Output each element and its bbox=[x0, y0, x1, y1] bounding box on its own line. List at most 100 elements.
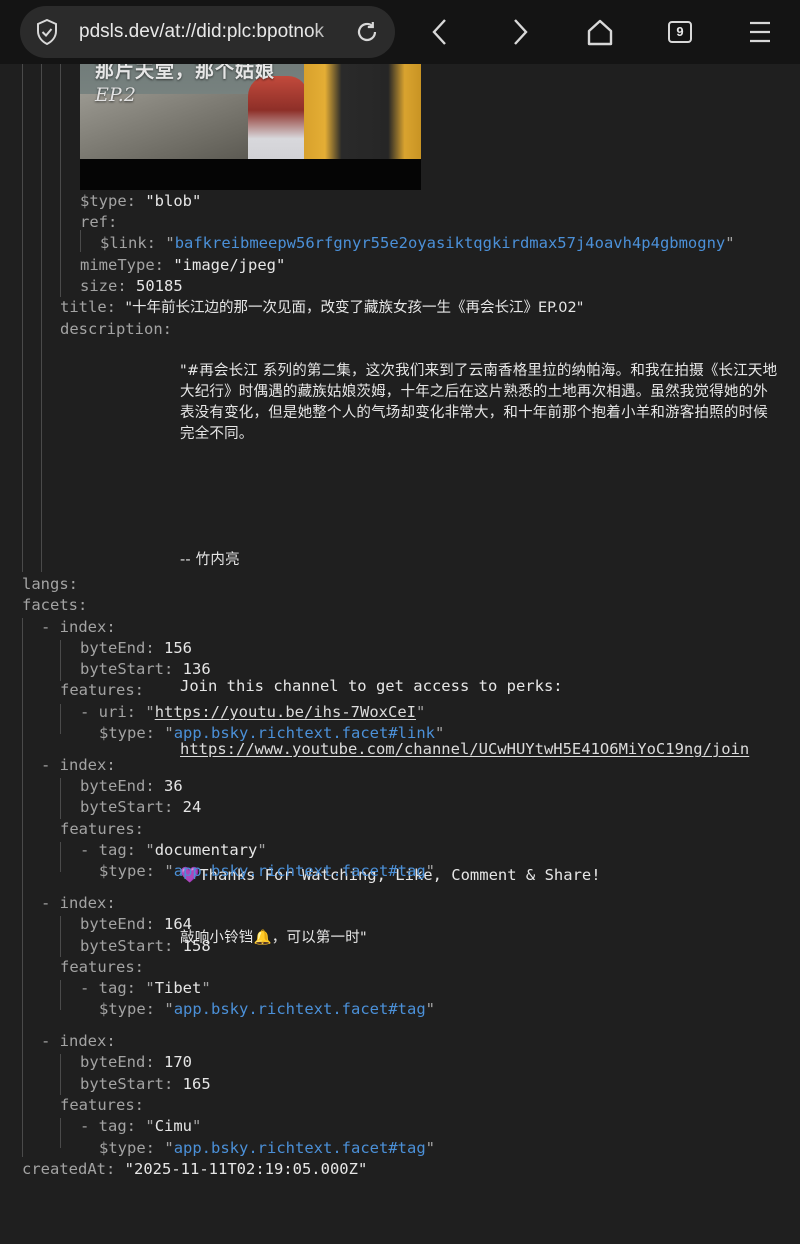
quote: " bbox=[164, 1000, 174, 1018]
facet-type-link[interactable]: app.bsky.richtext.facet#tag bbox=[174, 1000, 426, 1018]
key-label: features: bbox=[60, 681, 144, 699]
facet-bytestart-row: byteStart: 24 bbox=[80, 797, 201, 818]
key-label: description: bbox=[60, 320, 172, 338]
value-number: 36 bbox=[164, 777, 183, 795]
indent-guide bbox=[60, 704, 61, 734]
quote: " bbox=[165, 234, 175, 252]
blob-ref-row: ref: bbox=[80, 212, 117, 233]
key-label: - index: bbox=[41, 756, 116, 774]
list-dash: - bbox=[80, 703, 99, 721]
blob-cid-link[interactable]: bafkreibmeepw56rfgnyr55e2oyasiktqgkirdma… bbox=[175, 234, 726, 252]
key-label: byteEnd: bbox=[80, 639, 155, 657]
quote: " bbox=[425, 1139, 435, 1157]
value-number: 165 bbox=[182, 1075, 211, 1093]
quote: " bbox=[145, 1117, 155, 1135]
key-label: $type: bbox=[99, 1000, 155, 1018]
menu-icon[interactable] bbox=[748, 20, 772, 44]
key-label: tag: bbox=[98, 841, 136, 859]
key-label: mimeType: bbox=[80, 256, 164, 274]
facet-type-link[interactable]: app.bsky.richtext.facet#tag bbox=[174, 862, 426, 880]
indent-guide bbox=[60, 916, 61, 957]
blob-type-row: $type: "blob" bbox=[80, 191, 201, 212]
blob-size-row: size: 50185 bbox=[80, 276, 183, 297]
address-bar[interactable]: pdsls.dev/at://did:plc:bpotnok bbox=[20, 6, 395, 58]
back-icon[interactable] bbox=[430, 18, 450, 46]
facet-byteend-row: byteEnd: 164 bbox=[80, 914, 192, 935]
quote: " bbox=[145, 979, 155, 997]
indent-guide bbox=[60, 64, 61, 297]
facet-type-row: $type: "app.bsky.richtext.facet#tag" bbox=[99, 999, 435, 1020]
quote: " bbox=[192, 1117, 202, 1135]
value-text: "image/jpeg" bbox=[173, 256, 286, 274]
facet-bytestart-row: byteStart: 136 bbox=[80, 659, 211, 680]
quote: " bbox=[164, 1139, 174, 1157]
key-label: $link: bbox=[100, 234, 156, 252]
key-label: facets: bbox=[22, 596, 88, 614]
key-label: $type: bbox=[99, 1139, 155, 1157]
key-label: features: bbox=[60, 958, 144, 976]
facet-features-row: features: bbox=[60, 680, 144, 701]
quote: " bbox=[201, 979, 211, 997]
description-bell: 敲响小铃铛🔔，可以第一时" bbox=[180, 930, 367, 946]
home-icon[interactable] bbox=[586, 19, 614, 46]
blob-link-row: $link: "bafkreibmeepw56rfgnyr55e2oyasikt… bbox=[100, 233, 735, 254]
facet-tag-value: Cimu bbox=[154, 1117, 193, 1135]
facet-bytestart-row: byteStart: 165 bbox=[80, 1074, 211, 1095]
key-label: - index: bbox=[41, 1032, 116, 1050]
facet-feature-row: - uri: "https://youtu.be/ihs-7WoxCeI" bbox=[80, 702, 425, 723]
indent-guide bbox=[60, 980, 61, 1010]
title-value: "十年前长江边的那一次见面，改变了藏族女孩一生《再会长江》EP.02" bbox=[125, 300, 584, 316]
value-number: 156 bbox=[164, 639, 192, 657]
key-label: $type: bbox=[99, 724, 155, 742]
blob-mime-row: mimeType: "image/jpeg" bbox=[80, 255, 285, 276]
site-shield-icon[interactable] bbox=[36, 19, 58, 45]
reload-icon[interactable] bbox=[355, 20, 379, 44]
list-dash: - bbox=[80, 979, 99, 997]
facets-row: facets: bbox=[22, 595, 87, 616]
quote: " bbox=[434, 724, 445, 742]
key-label: size: bbox=[80, 277, 127, 295]
key-label: - index: bbox=[41, 618, 116, 636]
created-at-row: createdAt: "2025-11-11T02:19:05.000Z" bbox=[22, 1159, 367, 1180]
key-label: title: bbox=[60, 298, 116, 316]
quote: " bbox=[257, 841, 267, 859]
facet-type-link[interactable]: app.bsky.richtext.facet#link bbox=[174, 724, 435, 742]
facet-index-row: - index: bbox=[41, 1031, 116, 1052]
forward-icon[interactable] bbox=[510, 18, 530, 46]
description-join-text: Join this channel to get access to perks… bbox=[180, 677, 563, 695]
indent-guide bbox=[60, 1054, 61, 1095]
indent-guide bbox=[60, 778, 61, 819]
facet-feature-row: - tag: "Tibet" bbox=[80, 978, 211, 999]
tab-count-icon[interactable]: 9 bbox=[668, 21, 692, 43]
key-label: byteEnd: bbox=[80, 915, 155, 933]
facet-uri-link[interactable]: https://youtu.be/ihs-7WoxCeI bbox=[155, 703, 416, 721]
facet-features-row: features: bbox=[60, 1095, 144, 1116]
key-label: langs: bbox=[22, 575, 78, 593]
indent-guide bbox=[22, 618, 23, 1157]
facet-type-row: $type: "app.bsky.richtext.facet#tag" bbox=[99, 861, 435, 882]
key-label: $type: bbox=[99, 862, 155, 880]
facet-type-link[interactable]: app.bsky.richtext.facet#tag bbox=[174, 1139, 426, 1157]
value-number: 136 bbox=[182, 660, 211, 678]
facet-feature-row: - tag: "documentary" bbox=[80, 840, 267, 861]
key-label: createdAt: bbox=[22, 1160, 116, 1178]
facet-type-row: $type: "app.bsky.richtext.facet#tag" bbox=[99, 1138, 435, 1159]
list-dash: - bbox=[80, 1117, 99, 1135]
value-number: 50185 bbox=[136, 277, 183, 295]
quote: " bbox=[145, 841, 155, 859]
value-number: 24 bbox=[182, 798, 202, 816]
url-fade bbox=[310, 12, 360, 52]
key-label: features: bbox=[60, 820, 144, 838]
facet-bytestart-row: byteStart: 158 bbox=[80, 936, 211, 957]
list-dash: - bbox=[80, 841, 99, 859]
quote: " bbox=[725, 234, 735, 252]
quote: " bbox=[145, 703, 155, 721]
key-label: byteStart: bbox=[80, 798, 174, 816]
indent-guide bbox=[60, 1118, 61, 1148]
key-label: - index: bbox=[41, 894, 116, 912]
key-label: tag: bbox=[98, 1117, 136, 1135]
value-text: "blob" bbox=[145, 192, 202, 210]
record-viewer: 那片天堂，那个姑娘 EP.2 $type: "blob" ref: $link:… bbox=[0, 64, 800, 1244]
